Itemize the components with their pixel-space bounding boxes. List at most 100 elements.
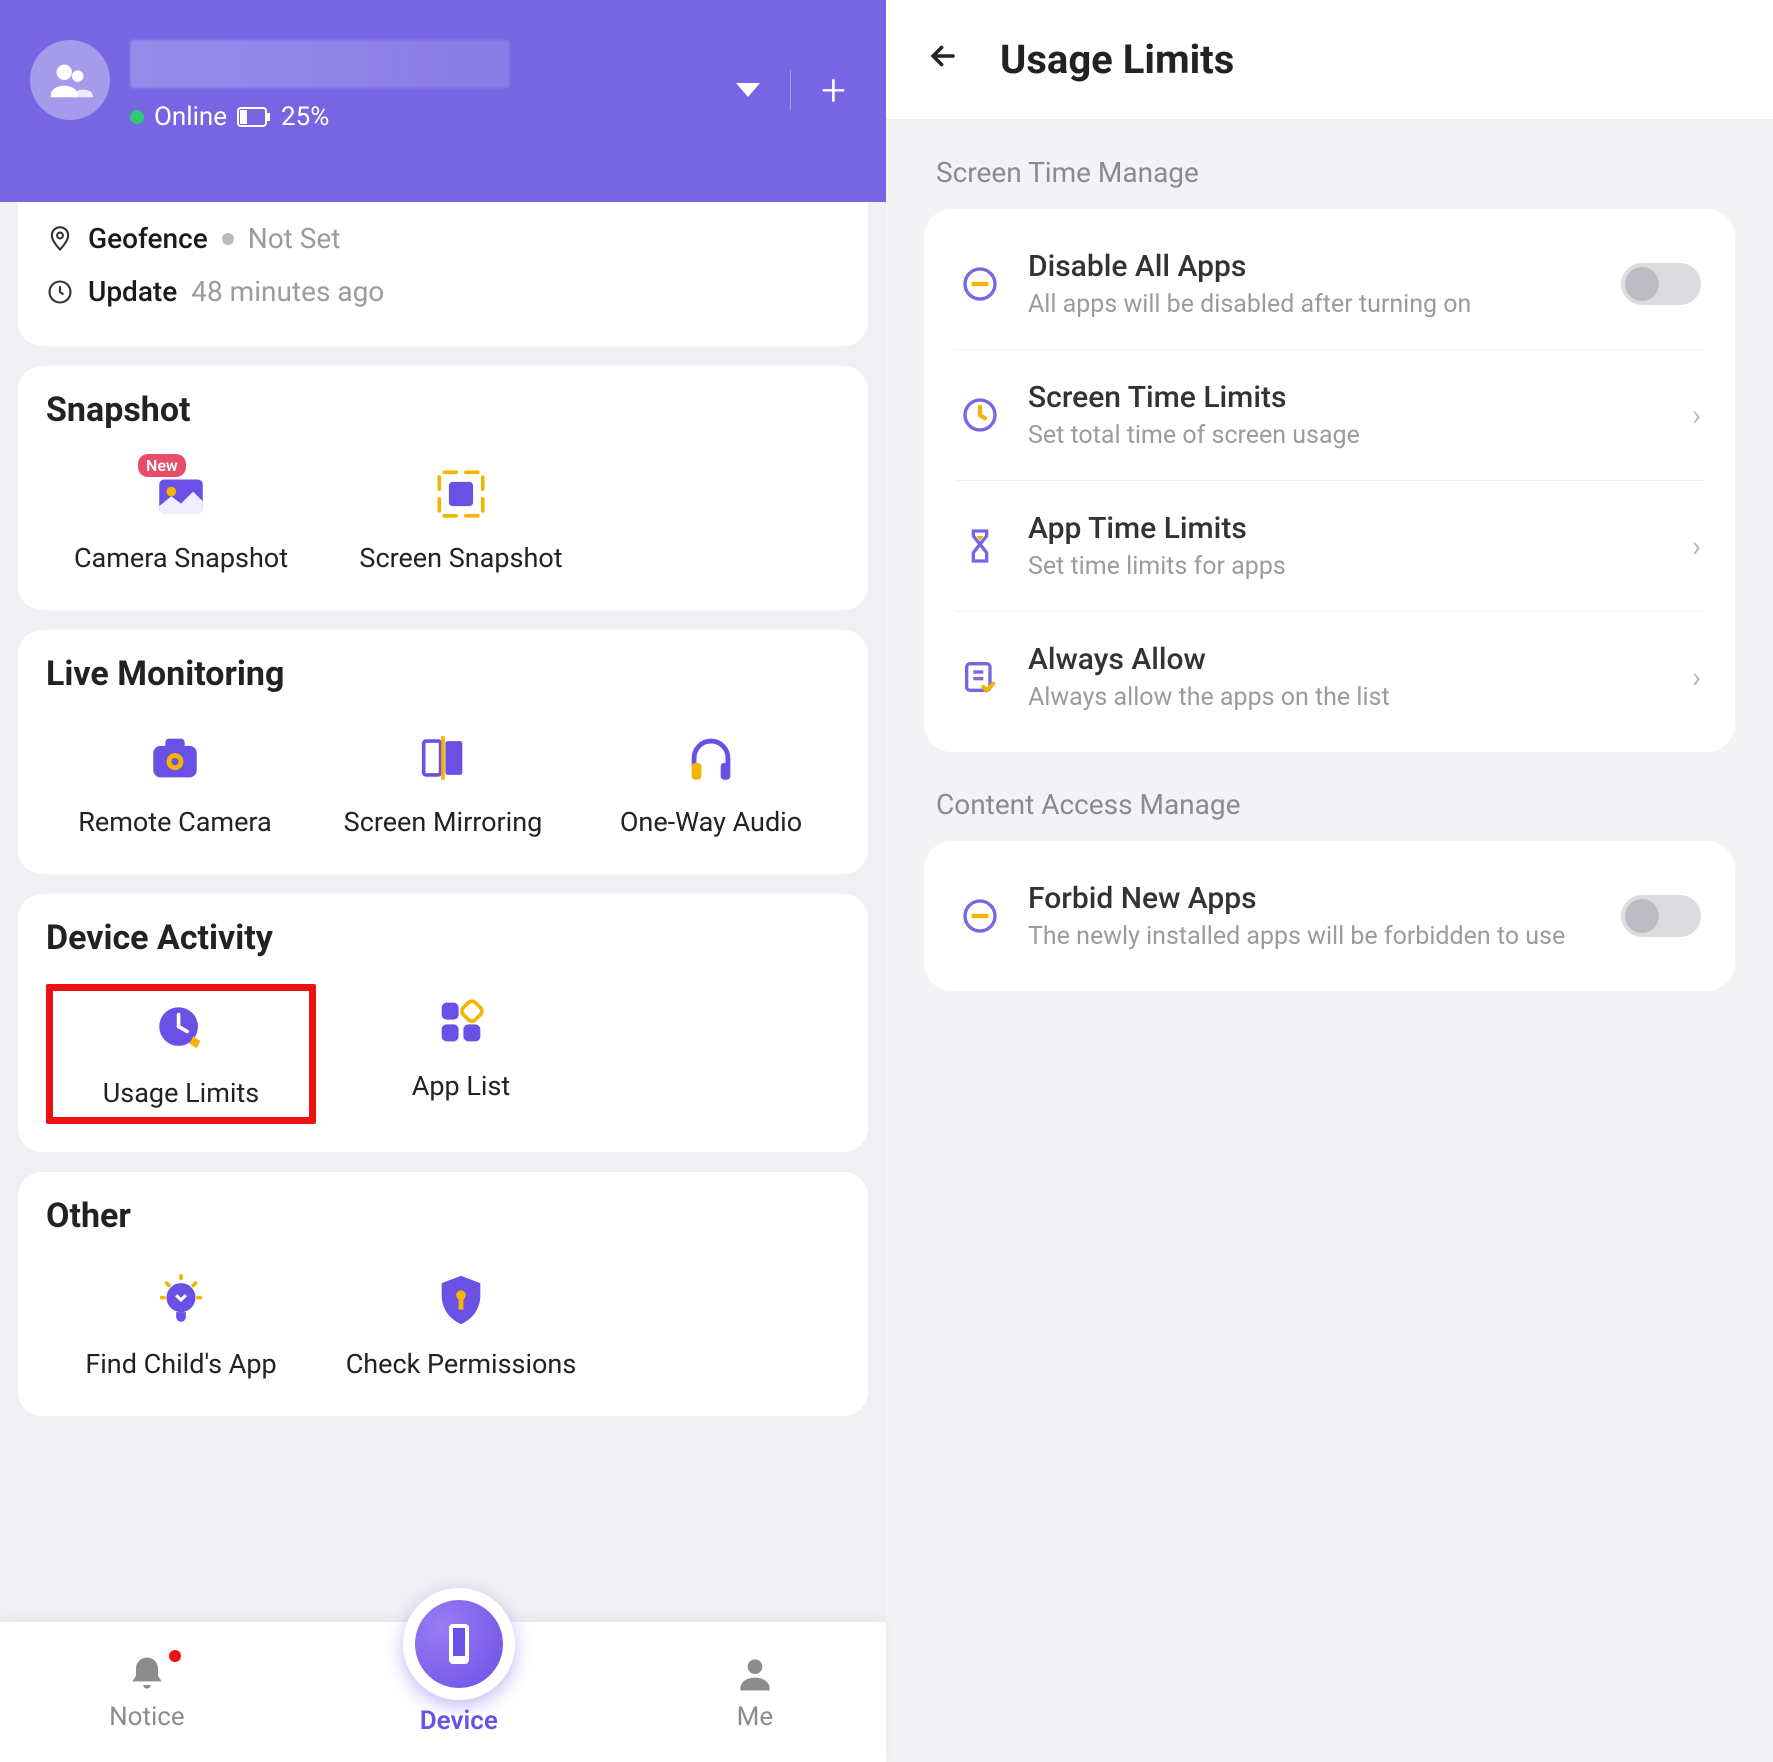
bottom-nav: Notice Device Me (0, 1622, 886, 1762)
dropdown-icon[interactable] (736, 83, 760, 97)
check-permissions-item[interactable]: Check Permissions (326, 1262, 596, 1388)
live-title: Live Monitoring (46, 654, 840, 694)
status-card: Geofence Not Set Update 48 minutes ago (18, 202, 868, 346)
usage-limits-label: Usage Limits (103, 1077, 259, 1109)
new-badge: New (138, 454, 186, 477)
geofence-label: Geofence (88, 222, 208, 255)
list-check-icon (958, 655, 1002, 699)
usage-limits-icon (151, 999, 211, 1059)
update-row[interactable]: Update 48 minutes ago (46, 265, 840, 318)
device-panel: Online 25% + Geofence Not Set Update (0, 0, 886, 1762)
mirror-icon (413, 728, 473, 788)
screen-mirroring-label: Screen Mirroring (344, 806, 543, 838)
forbid-sub: The newly installed apps will be forbidd… (1028, 922, 1595, 951)
app-time-sub: Set time limits for apps (1028, 552, 1666, 581)
status-label: Online (154, 102, 227, 132)
snapshot-title: Snapshot (46, 390, 840, 430)
chevron-right-icon: › (1692, 398, 1701, 433)
one-way-audio-item[interactable]: One-Way Audio (582, 720, 840, 846)
geofence-value: Not Set (248, 222, 341, 255)
divider (790, 70, 791, 110)
status-dot-icon (222, 233, 234, 245)
hourglass-icon (958, 524, 1002, 568)
camera-snapshot-item[interactable]: New Camera Snapshot (46, 456, 316, 582)
always-allow-title: Always Allow (1028, 642, 1666, 677)
find-child-app-label: Find Child's App (85, 1348, 276, 1380)
device-activity-card: Device Activity Usage Limits App List (18, 894, 868, 1152)
usage-limits-item[interactable]: Usage Limits (46, 984, 316, 1124)
back-button[interactable] (926, 36, 960, 83)
battery-value: 25% (281, 102, 329, 132)
profile-name-redacted (130, 40, 510, 88)
section-screen-time: Screen Time Manage (886, 120, 1773, 209)
disable-title: Disable All Apps (1028, 249, 1595, 284)
screen-snapshot-item[interactable]: Screen Snapshot (326, 456, 596, 582)
check-permissions-label: Check Permissions (346, 1348, 577, 1380)
app-list-item[interactable]: App List (326, 984, 596, 1124)
person-icon (733, 1652, 777, 1696)
update-label: Update (88, 275, 177, 308)
nav-me-label: Me (737, 1702, 774, 1732)
app-time-limits-row[interactable]: App Time Limits Set time limits for apps… (954, 481, 1705, 612)
other-title: Other (46, 1196, 840, 1236)
page-title: Usage Limits (1000, 36, 1234, 83)
one-way-audio-label: One-Way Audio (620, 806, 802, 838)
remote-camera-label: Remote Camera (78, 806, 271, 838)
content-scroll: Geofence Not Set Update 48 minutes ago S… (0, 202, 886, 1762)
always-allow-sub: Always allow the apps on the list (1028, 683, 1666, 712)
online-dot-icon (130, 110, 144, 124)
screen-time-sub: Set total time of screen usage (1028, 421, 1666, 450)
avatar[interactable] (30, 40, 110, 120)
nav-notice[interactable]: Notice (109, 1652, 185, 1732)
detail-header: Usage Limits (886, 0, 1773, 120)
battery-icon (237, 107, 271, 127)
activity-title: Device Activity (46, 918, 840, 958)
screen-mirroring-item[interactable]: Screen Mirroring (314, 720, 572, 846)
profile-header: Online 25% + (0, 0, 886, 202)
lightbulb-icon (151, 1270, 211, 1330)
live-monitoring-card: Live Monitoring Remote Camera Screen Mir… (18, 630, 868, 874)
add-button[interactable]: + (821, 68, 846, 112)
nav-me[interactable]: Me (733, 1652, 777, 1732)
nav-device[interactable]: Device (403, 1648, 515, 1736)
screen-snapshot-icon (431, 464, 491, 524)
clock-outline-icon (958, 393, 1002, 437)
app-time-title: App Time Limits (1028, 511, 1666, 546)
app-list-icon (431, 992, 491, 1052)
disable-icon (958, 262, 1002, 306)
location-icon (46, 225, 74, 253)
camera-snapshot-label: Camera Snapshot (74, 542, 288, 574)
section-content-access: Content Access Manage (886, 752, 1773, 841)
chevron-right-icon: › (1692, 660, 1701, 695)
screen-time-limits-row[interactable]: Screen Time Limits Set total time of scr… (954, 350, 1705, 481)
app-list-label: App List (412, 1070, 511, 1102)
forbid-toggle[interactable] (1621, 895, 1701, 937)
remote-camera-item[interactable]: Remote Camera (46, 720, 304, 846)
always-allow-row[interactable]: Always Allow Always allow the apps on th… (954, 612, 1705, 742)
disable-all-apps-row[interactable]: Disable All Apps All apps will be disabl… (954, 219, 1705, 350)
snapshot-card: Snapshot New Camera Snapshot Screen Snap… (18, 366, 868, 610)
device-fab-icon (403, 1588, 515, 1700)
shield-icon (431, 1270, 491, 1330)
camera-icon (145, 728, 205, 788)
find-child-app-item[interactable]: Find Child's App (46, 1262, 316, 1388)
forbid-new-apps-row[interactable]: Forbid New Apps The newly installed apps… (954, 851, 1705, 981)
clock-icon (46, 278, 74, 306)
usage-limits-panel: Usage Limits Screen Time Manage Disable … (886, 0, 1773, 1762)
content-access-card: Forbid New Apps The newly installed apps… (924, 841, 1735, 991)
update-value: 48 minutes ago (191, 275, 384, 308)
screen-snapshot-label: Screen Snapshot (359, 542, 562, 574)
disable-sub: All apps will be disabled after turning … (1028, 290, 1595, 319)
nav-device-label: Device (420, 1706, 498, 1736)
notification-dot (169, 1650, 181, 1662)
chevron-right-icon: › (1692, 529, 1701, 564)
geofence-row[interactable]: Geofence Not Set (46, 212, 840, 265)
profile-info: Online 25% (130, 40, 736, 132)
screen-time-card: Disable All Apps All apps will be disabl… (924, 209, 1735, 752)
disable-toggle[interactable] (1621, 263, 1701, 305)
forbid-title: Forbid New Apps (1028, 881, 1595, 916)
bell-icon (125, 1652, 169, 1696)
headphones-icon (681, 728, 741, 788)
other-card: Other Find Child's App Check Permissions (18, 1172, 868, 1416)
screen-time-title: Screen Time Limits (1028, 380, 1666, 415)
